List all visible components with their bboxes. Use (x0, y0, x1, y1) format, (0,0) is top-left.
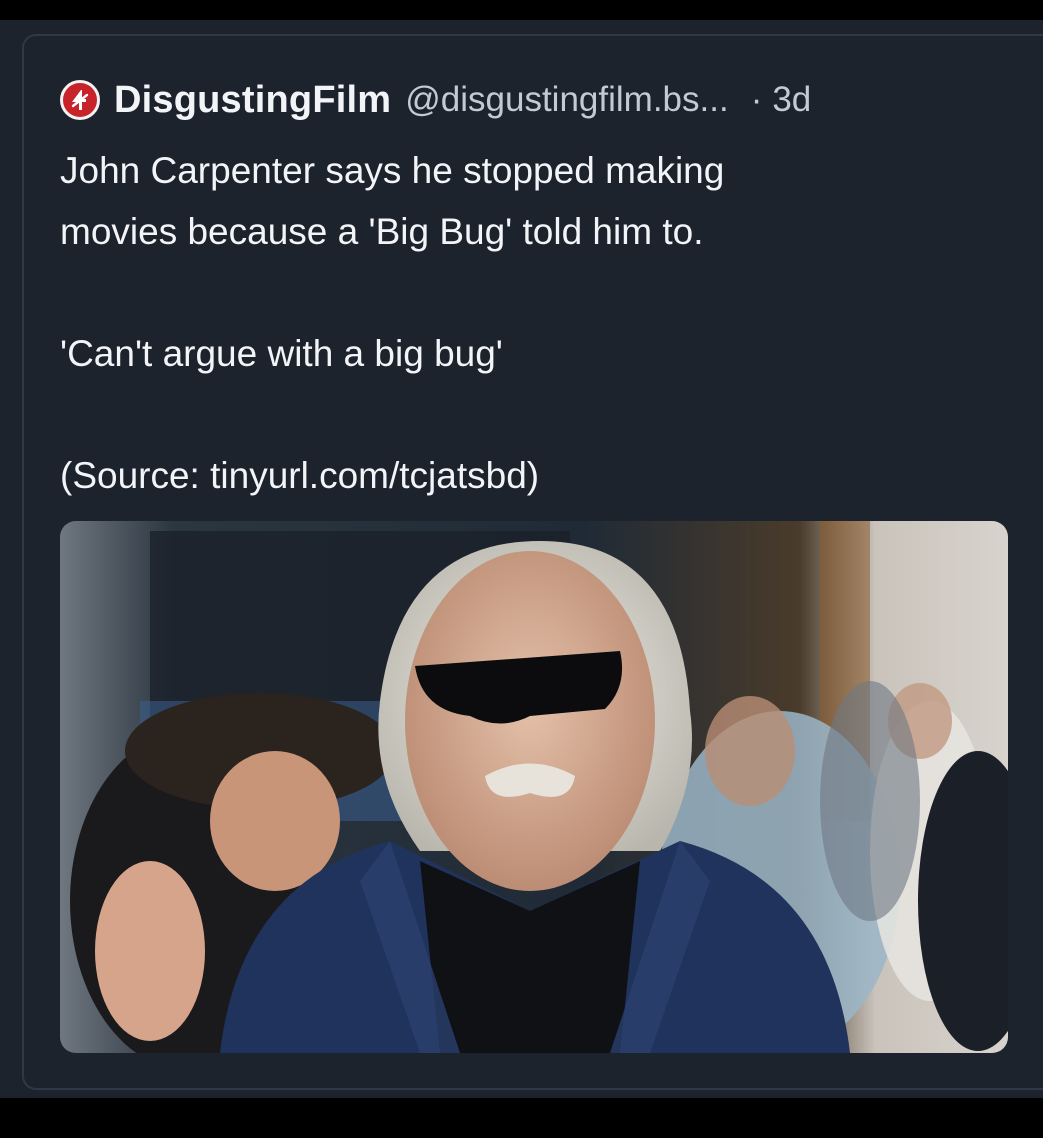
dot-separator: · (750, 80, 763, 119)
post-body: John Carpenter says he stopped making mo… (60, 140, 1010, 506)
post-text-line: John Carpenter says he stopped making (60, 150, 725, 191)
post-text-line: movies because a 'Big Bug' told him to. (60, 211, 704, 252)
post-quote-line: 'Can't argue with a big bug' (60, 333, 503, 374)
post-header: DisgustingFilm @disgustingfilm.bs... · 3… (60, 78, 811, 122)
post-image[interactable] (60, 521, 1008, 1053)
author-handle[interactable]: @disgustingfilm.bs... (405, 80, 728, 120)
author-display-name[interactable]: DisgustingFilm (114, 79, 391, 122)
photo-of-man-with-sunglasses (60, 521, 1008, 1053)
disgustingfilm-logo-icon[interactable] (60, 80, 100, 120)
post-source-line[interactable]: (Source: tinyurl.com/tcjatsbd) (60, 445, 1010, 506)
screen: DisgustingFilm @disgustingfilm.bs... · 3… (0, 0, 1043, 1138)
post-timestamp[interactable]: 3d (772, 80, 811, 120)
